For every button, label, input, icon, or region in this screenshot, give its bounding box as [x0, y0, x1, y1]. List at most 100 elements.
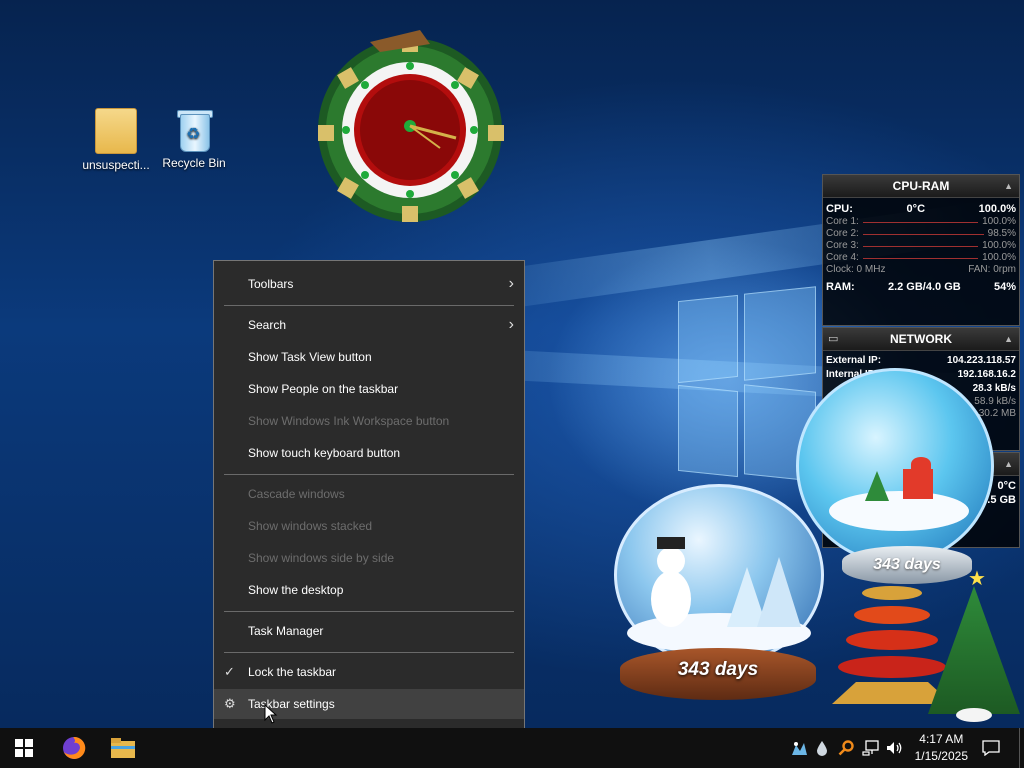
clock-date: 1/15/2025	[914, 749, 968, 763]
total-transfer: 30.2 MB	[978, 408, 1016, 419]
taskbar: 4:17 AM 1/15/2025	[0, 728, 1024, 768]
download-rate: 28.3 kB/s	[972, 383, 1016, 394]
collapse-icon[interactable]: ▲	[1004, 328, 1013, 350]
collapse-icon[interactable]: ▲	[1004, 175, 1013, 197]
menu-item-label: Show windows side by side	[248, 551, 395, 565]
gadget-title: CPU-RAM	[892, 179, 950, 193]
mouse-cursor-icon	[264, 704, 278, 724]
drive-temp: 0°C	[997, 480, 1016, 492]
christmas-tree-decoration: ★	[928, 566, 1020, 726]
wreath-clock-gadget[interactable]	[300, 30, 520, 230]
menu-item-label: Show Task View button	[248, 350, 372, 364]
core-value: 100.0%	[982, 252, 1016, 263]
firefox-icon	[63, 736, 86, 759]
menu-item-stacked: Show windows stacked	[214, 511, 524, 541]
menu-separator	[224, 305, 514, 306]
menu-item-label: Search	[248, 318, 287, 332]
snow-globe-left-base: 343 days	[620, 648, 816, 700]
fan-readout: FAN: 0rpm	[968, 264, 1016, 275]
menu-item-label: Cascade windows	[248, 487, 345, 501]
cpu-temp: 0°C	[906, 203, 926, 215]
menu-item-taskbar-settings[interactable]: ⚙ Taskbar settings	[214, 689, 524, 719]
menu-item-label: Show the desktop	[248, 583, 344, 597]
tray-drop-icon[interactable]	[816, 740, 828, 756]
taskbar-file-explorer[interactable]	[99, 728, 147, 768]
upload-rate: 58.9 kB/s	[974, 396, 1016, 407]
core-value: 100.0%	[982, 216, 1016, 227]
core-label: Core 2:	[826, 228, 859, 239]
star-icon: ★	[968, 568, 986, 590]
core-label: Core 3:	[826, 240, 859, 251]
gear-icon: ⚙	[224, 696, 236, 711]
menu-item-label: Show People on the taskbar	[248, 382, 399, 396]
windows-logo-pane	[678, 294, 738, 384]
cpu-ram-gadget[interactable]: CPU-RAM ▲ CPU: 0°C 100.0% Core 1: 100.0% C…	[822, 174, 1020, 326]
snow-globe-right	[796, 368, 994, 564]
taskbar-firefox[interactable]	[50, 728, 98, 768]
menu-separator	[224, 474, 514, 475]
menu-item-label: Task Manager	[248, 624, 324, 638]
clock-readout: Clock: 0 MHz	[826, 264, 886, 275]
snow-globe-left	[614, 484, 824, 666]
menu-item-label: Taskbar settings	[248, 697, 335, 711]
core-value: 100.0%	[982, 240, 1016, 251]
menu-item-task-manager[interactable]: Task Manager	[214, 616, 524, 646]
menu-item-toolbars[interactable]: Toolbars ›	[214, 269, 524, 299]
folder-icon	[111, 738, 135, 758]
cpu-value: 100.0%	[978, 203, 1016, 215]
collapse-icon[interactable]: ▲	[1004, 453, 1013, 475]
core-label: Core 4:	[826, 252, 859, 263]
ram-label: RAM:	[826, 281, 855, 293]
days-counter: 343 days	[677, 659, 759, 680]
action-center-button[interactable]	[968, 728, 1014, 768]
tray-network-app-icon[interactable]	[790, 740, 808, 756]
monitor-icon: ▭	[828, 333, 839, 345]
taskbar-clock[interactable]: 4:17 AM 1/15/2025	[915, 731, 968, 765]
menu-item-label: Show Windows Ink Workspace button	[248, 414, 450, 428]
gadget-title: NETWORK	[890, 332, 952, 346]
network-icon[interactable]	[862, 740, 880, 756]
recycle-bin-icon: ♻	[174, 108, 214, 152]
windows-logo-icon	[15, 739, 33, 757]
external-ip-label: External IP:	[826, 355, 882, 366]
taskbar-context-menu: Toolbars › Search › Show Task View butto…	[213, 260, 525, 729]
core-value: 98.5%	[987, 228, 1016, 239]
windows-logo-pane	[678, 384, 738, 478]
menu-item-cascade: Cascade windows	[214, 479, 524, 509]
menu-item-label: Lock the taskbar	[248, 665, 337, 679]
chevron-right-icon: ›	[508, 275, 514, 292]
menu-item-show-ink-workspace: Show Windows Ink Workspace button	[214, 406, 524, 436]
internal-ip: 192.168.16.2	[957, 369, 1016, 380]
menu-item-label: Show touch keyboard button	[248, 446, 401, 460]
menu-item-label: Toolbars	[248, 277, 294, 291]
menu-item-side-by-side: Show windows side by side	[214, 543, 524, 573]
ram-percent: 54%	[993, 281, 1016, 293]
checkmark-icon: ✓	[224, 664, 235, 679]
volume-icon[interactable]	[886, 740, 904, 756]
start-button[interactable]	[0, 728, 48, 768]
chevron-right-icon: ›	[508, 316, 514, 333]
menu-separator	[224, 652, 514, 653]
menu-item-show-people[interactable]: Show People on the taskbar	[214, 374, 524, 404]
core-label: Core 1:	[826, 216, 859, 227]
menu-item-show-desktop[interactable]: Show the desktop	[214, 575, 524, 605]
menu-item-lock-taskbar[interactable]: ✓ Lock the taskbar	[214, 657, 524, 687]
menu-item-search[interactable]: Search ›	[214, 310, 524, 340]
cpu-label: CPU:	[826, 203, 853, 215]
ram-value: 2.2 GB/4.0 GB	[887, 281, 961, 293]
clock-time: 4:17 AM	[919, 732, 964, 746]
menu-separator	[224, 611, 514, 612]
desktop-icon-label: unsuspecti...	[82, 158, 150, 172]
notification-icon	[982, 740, 1000, 756]
menu-item-show-touch-keyboard[interactable]: Show touch keyboard button	[214, 438, 524, 468]
windows-logo-pane	[744, 286, 816, 381]
folder-icon	[95, 108, 137, 154]
desktop-icon-recycle-bin[interactable]: ♻ Recycle Bin	[156, 108, 232, 170]
desktop-icon-label: Recycle Bin	[162, 156, 226, 170]
external-ip: 104.223.118.57	[947, 355, 1016, 366]
menu-item-label: Show windows stacked	[248, 519, 373, 533]
show-desktop-strip[interactable]	[1019, 728, 1024, 768]
desktop-icon-folder[interactable]: unsuspecti...	[78, 108, 154, 172]
tray-search-tool-icon[interactable]	[838, 740, 854, 756]
menu-item-show-task-view[interactable]: Show Task View button	[214, 342, 524, 372]
